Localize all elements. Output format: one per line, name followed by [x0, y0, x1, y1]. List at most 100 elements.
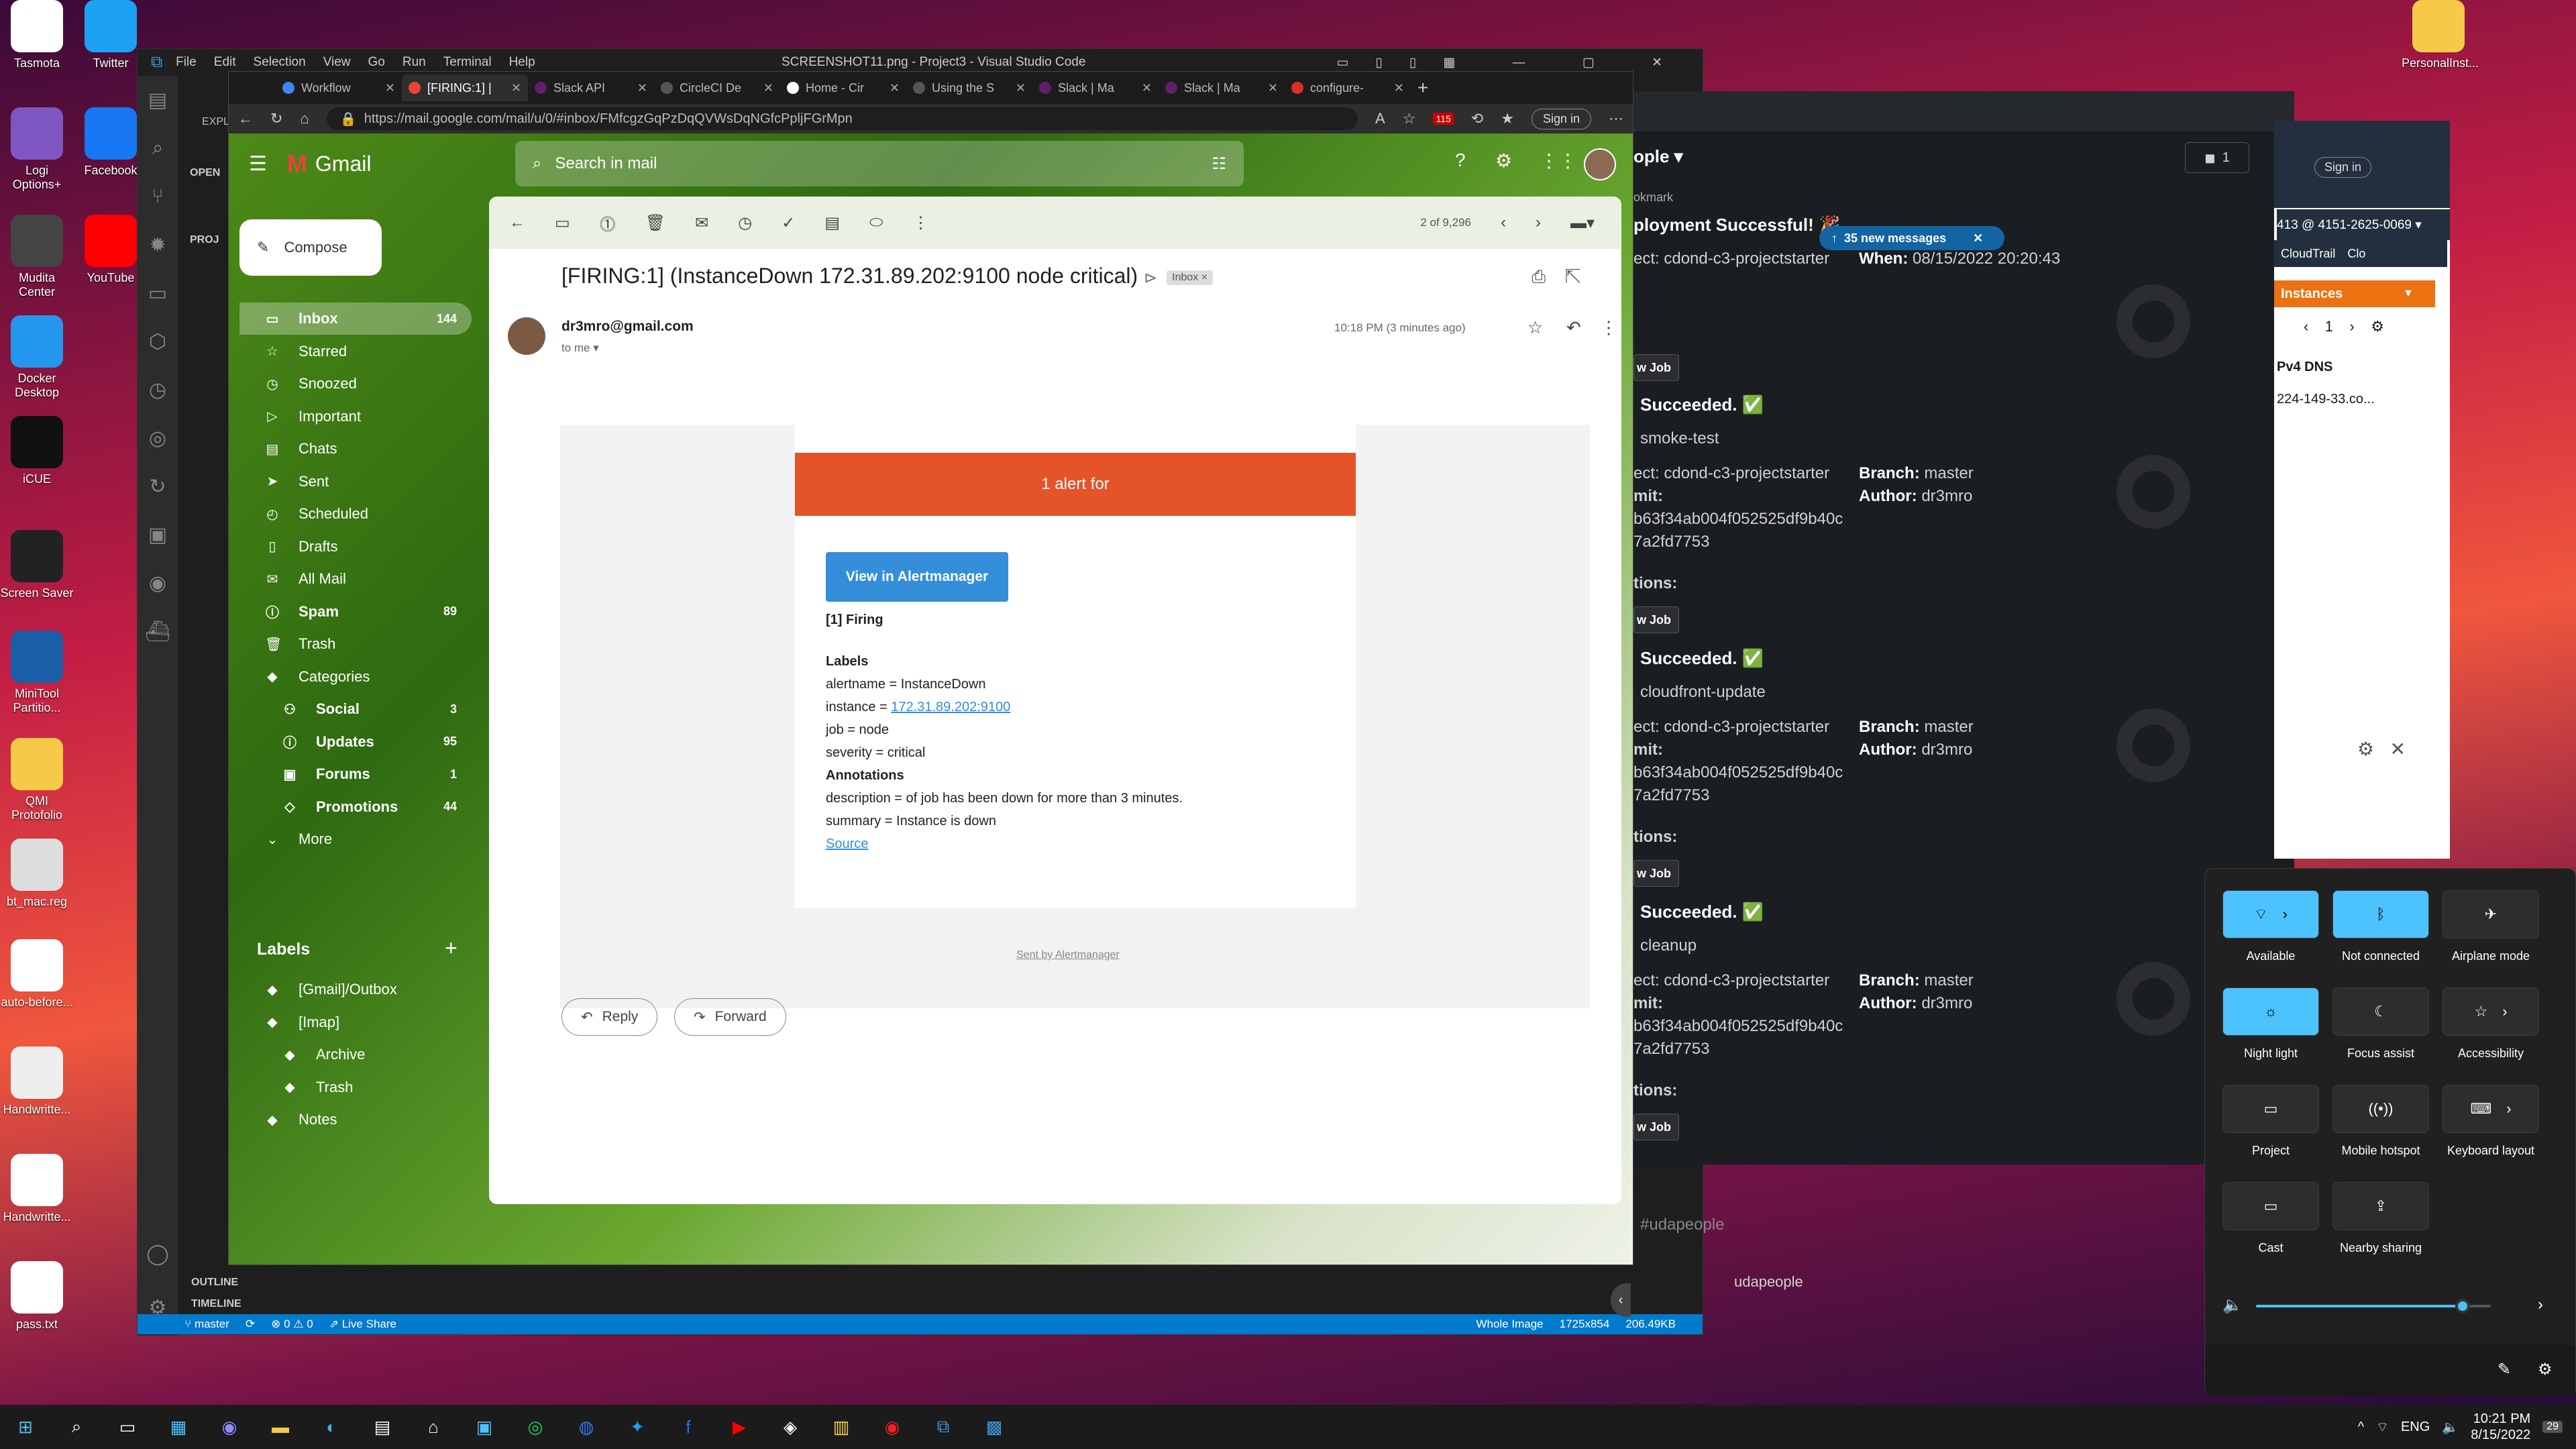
- nav-item[interactable]: ▤ Chats: [239, 433, 472, 465]
- menu-item[interactable]: Run: [402, 55, 426, 69]
- nav-item[interactable]: ☆ Starred: [239, 335, 472, 368]
- task-view-icon[interactable]: ▭: [113, 1412, 142, 1442]
- browser-tab[interactable]: Slack | Ma ✕: [1032, 74, 1159, 101]
- browser-signin[interactable]: Sign in: [1531, 108, 1591, 129]
- desktop-icon[interactable]: Mudita Center: [0, 215, 74, 299]
- input-tools-icon[interactable]: ▬▾: [1570, 213, 1595, 233]
- chevron-right-icon[interactable]: ›: [2283, 906, 2288, 923]
- youtube-icon[interactable]: ▶: [724, 1412, 754, 1442]
- settings-icon[interactable]: ⚙: [1495, 150, 1512, 172]
- desktop-icon[interactable]: Screen Saver: [0, 530, 74, 600]
- nav-item[interactable]: ◆ Categories: [239, 661, 472, 693]
- favorite-icon[interactable]: ☆: [1403, 110, 1416, 127]
- outline-header[interactable]: OUTLINE: [191, 1277, 238, 1289]
- dns-header[interactable]: Pv4 DNS: [2277, 360, 2332, 375]
- label-icon[interactable]: ⬭: [869, 213, 883, 232]
- image-mode[interactable]: Whole Image: [1476, 1318, 1543, 1331]
- account-icon[interactable]: ◯: [138, 1230, 178, 1278]
- label-item[interactable]: ◆ Notes: [239, 1104, 472, 1136]
- close-tab-icon[interactable]: ✕: [1142, 81, 1152, 95]
- gmail-logo[interactable]: M Gmail: [287, 150, 515, 178]
- aws-account[interactable]: 413 @ 4151-2625-0069 ▾: [2277, 209, 2450, 240]
- browser-tab[interactable]: Using the S ✕: [906, 74, 1032, 101]
- delete-icon[interactable]: 🗑: [645, 213, 665, 233]
- nav-item[interactable]: ⓘ Updates 95: [239, 726, 472, 758]
- search-icon[interactable]: ⌕: [533, 154, 541, 173]
- label-item[interactable]: ◆ Archive: [239, 1038, 472, 1071]
- view-job-button[interactable]: w Job: [1633, 606, 1679, 633]
- wifi-tray-icon[interactable]: ⌔: [2376, 1419, 2389, 1436]
- favorites-bar-icon[interactable]: ★: [1501, 110, 1514, 127]
- live-share-status[interactable]: ⇗ Live Share: [329, 1318, 396, 1331]
- browser-tab[interactable]: Slack API ✕: [528, 74, 654, 101]
- vscode-icon[interactable]: ⧉: [928, 1412, 958, 1442]
- settings-icon[interactable]: ⚙: [2538, 1360, 2553, 1379]
- aws-bookmark[interactable]: CloudTrail: [2281, 247, 2335, 261]
- quick-setting-tile[interactable]: ((•)): [2332, 1085, 2429, 1133]
- view-job-button[interactable]: w Job: [1633, 354, 1679, 381]
- view-alertmanager-button[interactable]: View in Alertmanager: [826, 552, 1008, 602]
- page-number[interactable]: ‹ 1 › ⚙: [2304, 318, 2384, 335]
- apps-grid-icon[interactable]: ⋮⋮: [1540, 150, 1577, 172]
- nav-item[interactable]: ▯ Drafts: [239, 531, 472, 563]
- photos-icon[interactable]: ▩: [979, 1412, 1009, 1442]
- twitter-icon[interactable]: ✦: [623, 1412, 652, 1442]
- aws-signin[interactable]: Sign in: [2314, 157, 2372, 178]
- move-to-icon[interactable]: ▤: [824, 213, 840, 233]
- teams-chat-icon[interactable]: ◉: [215, 1412, 244, 1442]
- desktop-icon[interactable]: PersonalInst...: [2402, 0, 2479, 70]
- github-icon[interactable]: ◎: [138, 414, 178, 462]
- star-icon[interactable]: ☆: [1527, 317, 1543, 338]
- close-tab-icon[interactable]: ✕: [1394, 81, 1404, 95]
- member-count[interactable]: ◼ 1: [2185, 142, 2249, 173]
- close-icon[interactable]: ✕: [1973, 231, 1983, 246]
- view-job-button[interactable]: w Job: [1633, 1114, 1679, 1140]
- source-link[interactable]: Source: [826, 837, 868, 851]
- compose-button[interactable]: ✎ Compose: [239, 219, 382, 276]
- channel-header[interactable]: ople ▾: [1633, 146, 1683, 167]
- more-icon[interactable]: ⋯: [1609, 110, 1623, 127]
- file-explorer-icon[interactable]: ▬: [266, 1412, 295, 1442]
- remote-explorer-icon[interactable]: ▭: [138, 269, 178, 317]
- source-control-icon[interactable]: ⑂: [138, 172, 178, 221]
- label-item[interactable]: ◆ [Gmail]/Outbox: [239, 973, 472, 1006]
- app-icon[interactable]: ◈: [775, 1412, 805, 1442]
- nav-item[interactable]: ◷ Snoozed: [239, 368, 472, 400]
- desktop-icon[interactable]: auto-before...: [0, 939, 74, 1010]
- desktop-icon[interactable]: pass.txt: [0, 1261, 74, 1332]
- bookmark-link[interactable]: okmark: [1633, 191, 1673, 205]
- older-icon[interactable]: ›: [1536, 213, 1541, 232]
- new-tab-icon[interactable]: +: [1417, 77, 1428, 99]
- mark-unread-icon[interactable]: ✉: [695, 213, 708, 233]
- view-job-button[interactable]: w Job: [1633, 860, 1679, 887]
- desktop-icon[interactable]: Logi Options+: [0, 107, 74, 192]
- instance-link[interactable]: 172.31.89.202:9100: [891, 700, 1010, 714]
- edit-quick-settings-icon[interactable]: ✎: [2498, 1360, 2511, 1379]
- browser-tab[interactable]: configure- ✕: [1285, 74, 1411, 101]
- desktop-icon[interactable]: Handwritte...: [0, 1154, 74, 1224]
- inbox-chip[interactable]: Inbox ×: [1167, 270, 1214, 285]
- signal-icon[interactable]: ◍: [572, 1412, 601, 1442]
- nav-item[interactable]: ⓘ Spam 89: [239, 596, 472, 628]
- collections-icon[interactable]: ⟲: [1471, 110, 1483, 127]
- help-icon[interactable]: ?: [1455, 150, 1466, 171]
- whatsapp-icon[interactable]: ◎: [521, 1412, 550, 1442]
- sync-icon[interactable]: ⟳: [246, 1318, 255, 1331]
- sent-by-link[interactable]: Sent by Alertmanager: [1016, 949, 1120, 961]
- widgets-icon[interactable]: ▦: [164, 1412, 193, 1442]
- browser-tab[interactable]: Slack | Ma ✕: [1159, 74, 1285, 101]
- store-icon[interactable]: ▤: [368, 1412, 397, 1442]
- add-label-icon[interactable]: +: [445, 936, 458, 961]
- facebook-icon[interactable]: f: [674, 1412, 703, 1442]
- nav-item[interactable]: 🗑 Trash: [239, 628, 472, 660]
- print-icon[interactable]: ⎙ ⇱: [1532, 266, 1581, 288]
- desktop-icon[interactable]: bt_mac.reg: [0, 839, 74, 909]
- settings-icon[interactable]: ⚙ ✕: [2357, 738, 2406, 760]
- label-item[interactable]: ◆ Trash: [239, 1071, 472, 1104]
- desktop-icon[interactable]: MiniTool Partitio...: [0, 631, 74, 715]
- url-field[interactable]: 🔒 https://mail.google.com/mail/u/0/#inbo…: [326, 107, 1358, 130]
- extensions-icon[interactable]: ⬡: [138, 317, 178, 366]
- new-messages-banner[interactable]: ↑ 35 new messages ✕: [1819, 226, 2004, 250]
- nav-item[interactable]: ✉ All Mail: [239, 563, 472, 595]
- search-bar[interactable]: ⌕ Search in mail ☷: [515, 141, 1244, 186]
